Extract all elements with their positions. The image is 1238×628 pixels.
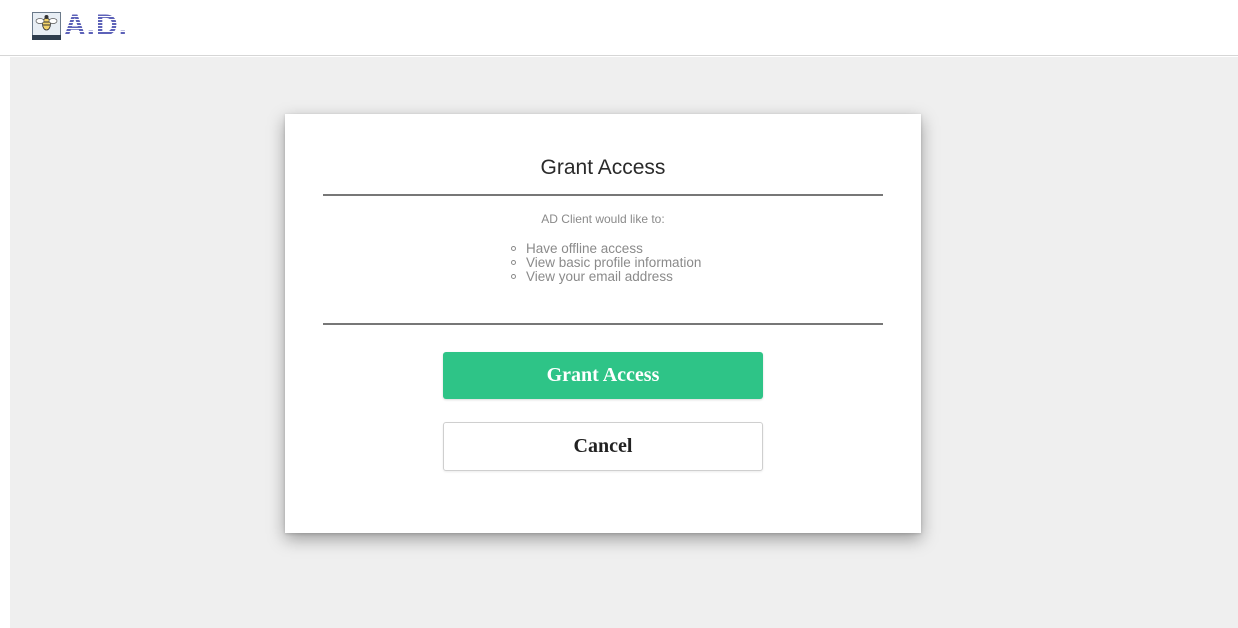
site-header: A.D. (0, 0, 1238, 56)
bullet-icon (511, 260, 516, 265)
bee-icon (32, 12, 61, 40)
list-item: Have offline access (511, 242, 701, 256)
permission-label: View basic profile information (526, 255, 702, 270)
permission-list: Have offline access View basic profile i… (511, 242, 701, 284)
list-item: View basic profile information (511, 256, 701, 270)
logo[interactable]: A.D. (32, 11, 128, 41)
divider-top (323, 194, 883, 196)
logo-text: A.D. (64, 9, 128, 42)
list-item: View your email address (511, 270, 701, 284)
divider-bottom (323, 323, 883, 325)
grant-access-button[interactable]: Grant Access (443, 352, 763, 399)
permission-label: View your email address (526, 269, 673, 284)
grant-access-dialog: Grant Access AD Client would like to: Ha… (285, 114, 921, 533)
permission-label: Have offline access (526, 241, 643, 256)
bullet-icon (511, 246, 516, 251)
dialog-subtitle: AD Client would like to: (541, 212, 665, 226)
cancel-button[interactable]: Cancel (443, 422, 763, 471)
bullet-icon (511, 274, 516, 279)
dialog-title: Grant Access (540, 156, 666, 179)
